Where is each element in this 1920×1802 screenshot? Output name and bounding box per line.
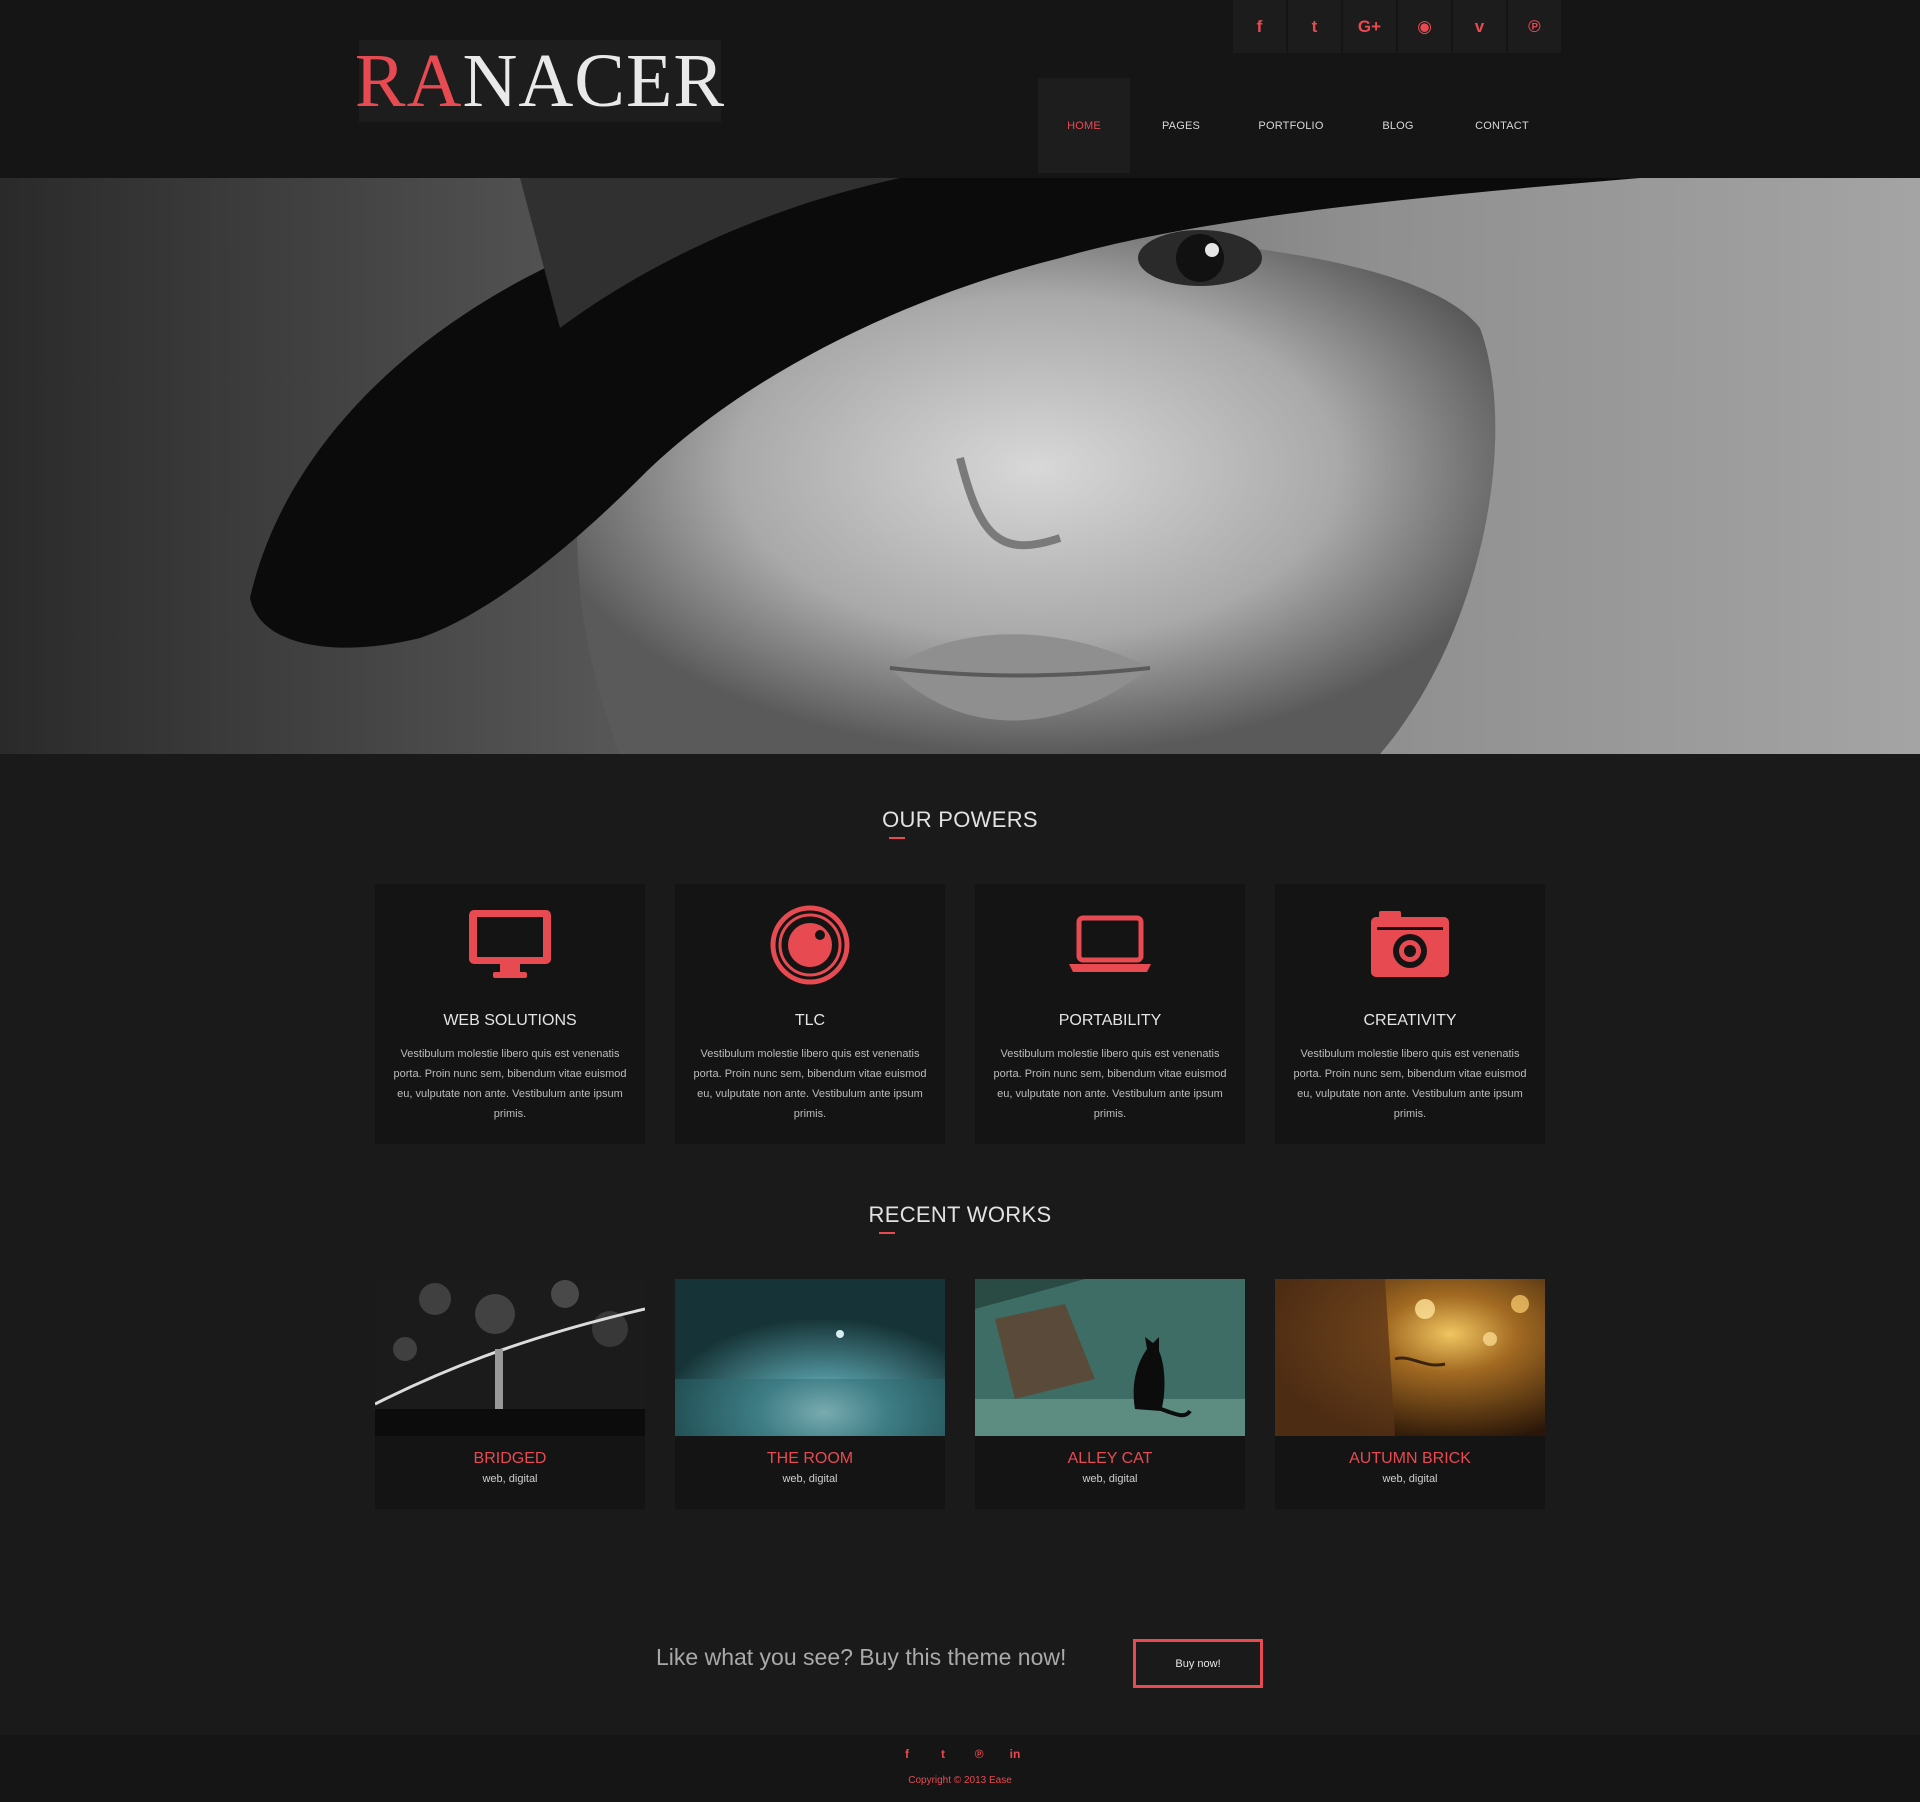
facebook-icon[interactable]: f xyxy=(1233,0,1286,53)
our-powers-heading: OUR POWERS xyxy=(0,807,1920,839)
hero-banner-image xyxy=(0,178,1920,754)
power-card-creativity: CREATIVITY Vestibulum molestie libero qu… xyxy=(1275,884,1545,1144)
pinterest-icon[interactable]: ℗ xyxy=(972,1747,986,1761)
logo-accent: RA xyxy=(354,38,463,123)
twitter-icon[interactable]: t xyxy=(1288,0,1341,53)
pinterest-icon[interactable]: ℗ xyxy=(1508,0,1561,53)
site-footer: f t ℗ in Copyright © 2013 Ease xyxy=(0,1735,1920,1802)
heading-underline xyxy=(889,837,905,839)
our-powers-title: OUR POWERS xyxy=(882,807,1038,832)
power-description: Vestibulum molestie libero quis est vene… xyxy=(393,1048,627,1120)
vimeo-icon[interactable]: v xyxy=(1453,0,1506,53)
rss-icon[interactable]: ◉ xyxy=(1398,0,1451,53)
site-logo[interactable]: RA NACER xyxy=(355,39,724,123)
logo-rest: NACER xyxy=(462,38,726,123)
copyright-text: Copyright © 2013 Ease xyxy=(908,1775,1012,1786)
social-links-top: f t G+ ◉ v ℗ xyxy=(1233,0,1561,53)
power-description: Vestibulum molestie libero quis est vene… xyxy=(693,1048,927,1120)
recent-works-title: RECENT WORKS xyxy=(868,1202,1052,1227)
monitor-icon xyxy=(375,904,645,986)
site-header: RA NACER f t G+ ◉ v ℗ HOME PAGES PORTFOLI… xyxy=(0,0,1920,178)
facebook-icon[interactable]: f xyxy=(900,1747,914,1761)
recent-works-heading: RECENT WORKS xyxy=(0,1202,1920,1234)
lens-icon xyxy=(675,904,945,986)
power-card-web-solutions: WEB SOLUTIONS Vestibulum molestie libero… xyxy=(375,884,645,1144)
buy-now-button[interactable]: Buy now! xyxy=(1133,1639,1263,1688)
nav-item-portfolio[interactable]: PORTFOLIO xyxy=(1232,78,1350,173)
work-card-bridged[interactable]: BRIDGED web, digital xyxy=(375,1279,645,1509)
power-title: CREATIVITY xyxy=(1363,1012,1457,1029)
power-title: PORTABILITY xyxy=(1058,1012,1162,1029)
hero-portrait-illustration xyxy=(0,178,1920,754)
work-tags: web, digital xyxy=(482,1473,538,1485)
power-card-portability: PORTABILITY Vestibulum molestie libero q… xyxy=(975,884,1245,1144)
nav-item-contact[interactable]: CONTACT xyxy=(1446,78,1558,173)
work-thumbnail xyxy=(375,1279,645,1436)
cta-text: Like what you see? Buy this theme now! xyxy=(656,1644,1067,1670)
work-thumbnail xyxy=(1275,1279,1545,1436)
works-grid: BRIDGED web, digital THE ROOM web, digit… xyxy=(375,1279,1545,1509)
power-title: WEB SOLUTIONS xyxy=(443,1012,577,1029)
google-plus-icon[interactable]: G+ xyxy=(1343,0,1396,53)
work-thumbnail xyxy=(675,1279,945,1436)
work-card-autumn-brick[interactable]: AUTUMN BRICK web, digital xyxy=(1275,1279,1545,1509)
nav-item-pages[interactable]: PAGES xyxy=(1130,78,1232,173)
laptop-icon xyxy=(975,904,1245,986)
heading-underline xyxy=(879,1232,895,1234)
work-card-the-room[interactable]: THE ROOM web, digital xyxy=(675,1279,945,1509)
power-description: Vestibulum molestie libero quis est vene… xyxy=(1293,1048,1527,1120)
social-links-footer: f t ℗ in xyxy=(900,1747,1022,1761)
powers-grid: WEB SOLUTIONS Vestibulum molestie libero… xyxy=(375,884,1545,1144)
work-tags: web, digital xyxy=(1082,1473,1138,1485)
linkedin-icon[interactable]: in xyxy=(1008,1747,1022,1761)
work-thumbnail xyxy=(975,1279,1245,1436)
nav-item-blog[interactable]: BLOG xyxy=(1350,78,1446,173)
work-tags: web, digital xyxy=(782,1473,838,1485)
twitter-icon[interactable]: t xyxy=(936,1747,950,1761)
power-title: TLC xyxy=(794,1012,826,1029)
camera-icon xyxy=(1275,904,1545,986)
power-card-tlc: TLC Vestibulum molestie libero quis est … xyxy=(675,884,945,1144)
work-title: BRIDGED xyxy=(473,1450,547,1467)
main-nav: HOME PAGES PORTFOLIO BLOG CONTACT xyxy=(1038,78,1558,173)
work-card-alley-cat[interactable]: ALLEY CAT web, digital xyxy=(975,1279,1245,1509)
work-title: AUTUMN BRICK xyxy=(1349,1450,1471,1467)
work-tags: web, digital xyxy=(1382,1473,1438,1485)
work-title: ALLEY CAT xyxy=(1067,1450,1153,1467)
nav-item-home[interactable]: HOME xyxy=(1038,78,1130,173)
work-title: THE ROOM xyxy=(766,1450,854,1467)
power-description: Vestibulum molestie libero quis est vene… xyxy=(993,1048,1227,1120)
